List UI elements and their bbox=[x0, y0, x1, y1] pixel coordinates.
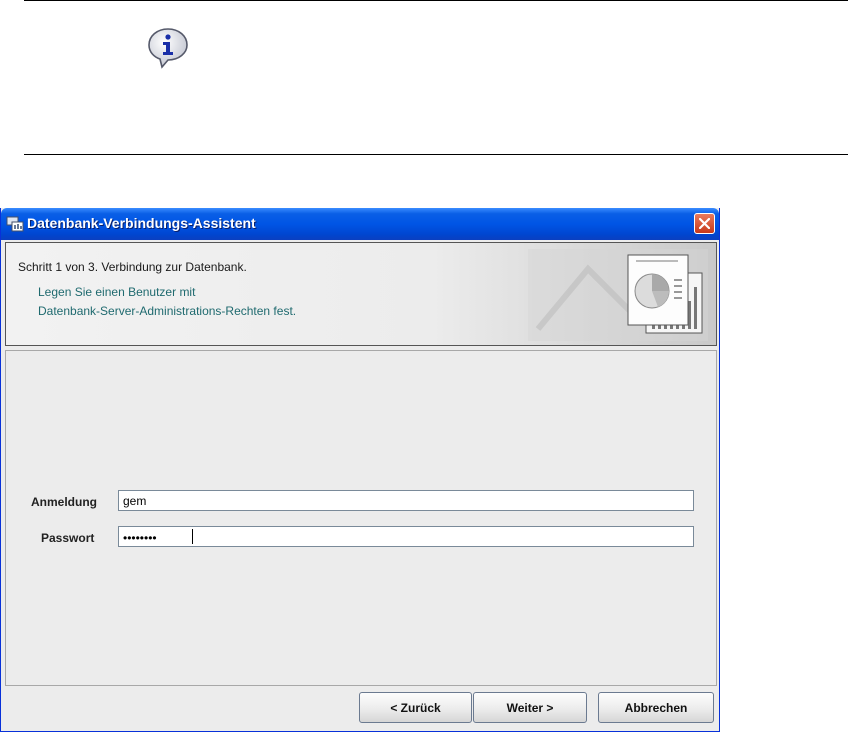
title-bar[interactable]: Datenbank-Verbindungs-Assistent bbox=[1, 208, 719, 240]
close-icon bbox=[699, 218, 710, 229]
next-button[interactable]: Weiter > bbox=[473, 692, 587, 723]
cancel-button[interactable]: Abbrechen bbox=[598, 692, 714, 723]
close-button[interactable] bbox=[694, 213, 715, 234]
password-label: Passwort bbox=[41, 531, 95, 545]
button-bar: < Zurück Weiter > Abbrechen bbox=[5, 688, 717, 730]
report-illustration bbox=[528, 249, 708, 341]
page: Datenbank-Verbindungs-Assistent Schritt … bbox=[0, 0, 848, 732]
step-description-line2: Datenbank-Server-Administrations-Rechten… bbox=[38, 304, 297, 318]
wizard-content: Anmeldung Passwort •••••••• bbox=[5, 350, 717, 686]
info-icon bbox=[148, 28, 188, 69]
login-input[interactable] bbox=[118, 490, 694, 511]
back-button[interactable]: < Zurück bbox=[359, 692, 472, 723]
step-description-line1: Legen Sie einen Benutzer mit bbox=[38, 285, 196, 299]
login-label: Anmeldung bbox=[31, 495, 97, 509]
bottom-divider bbox=[24, 154, 848, 155]
wizard-header: Schritt 1 von 3. Verbindung zur Datenban… bbox=[5, 242, 717, 346]
database-wizard-icon bbox=[6, 216, 24, 232]
top-divider bbox=[24, 0, 848, 1]
step-title: Schritt 1 von 3. Verbindung zur Datenban… bbox=[18, 260, 247, 274]
password-input[interactable] bbox=[118, 526, 694, 547]
wizard-dialog: Datenbank-Verbindungs-Assistent Schritt … bbox=[0, 208, 720, 732]
dialog-title: Datenbank-Verbindungs-Assistent bbox=[27, 215, 256, 231]
text-caret bbox=[192, 529, 193, 544]
